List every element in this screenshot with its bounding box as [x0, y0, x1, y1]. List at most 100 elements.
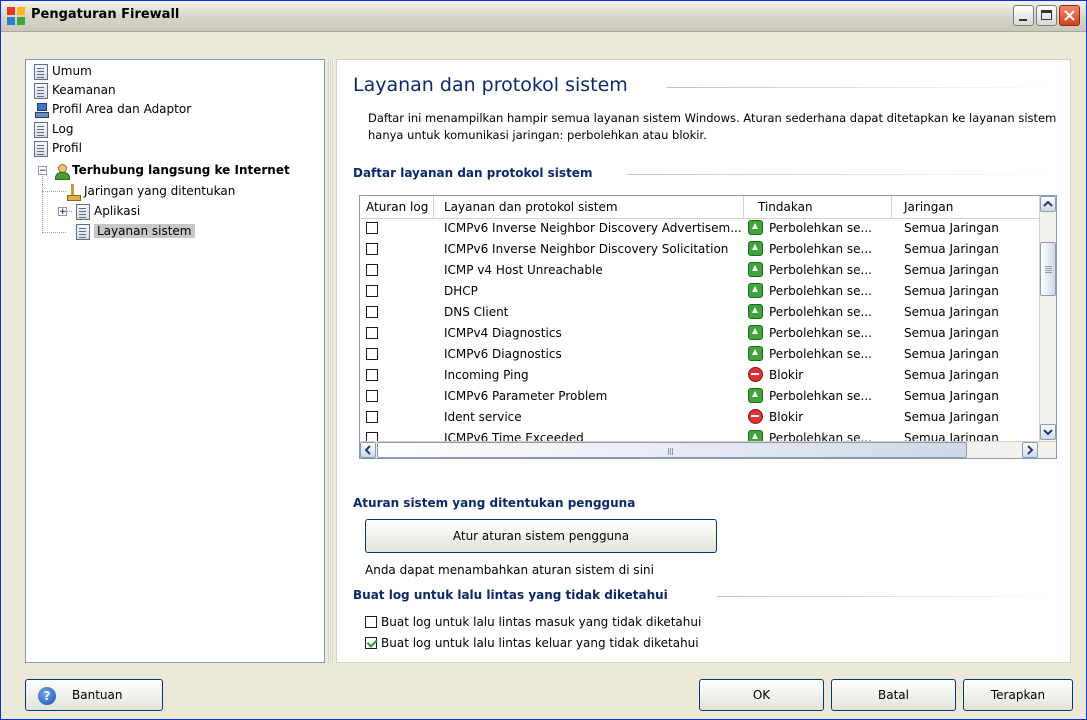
tree-item-aplikasi[interactable]: Aplikasi [76, 202, 140, 220]
service-cell: ICMPv6 Diagnostics [444, 347, 562, 361]
tree-item-keamanan[interactable]: Keamanan [34, 81, 116, 99]
service-cell: DHCP [444, 284, 478, 298]
scroll-up-button[interactable] [1040, 196, 1056, 212]
checkbox-box-checked[interactable] [365, 636, 377, 649]
document-icon [34, 121, 48, 138]
checkbox-label: Buat log untuk lalu lintas masuk yang ti… [381, 615, 702, 629]
tree-item-label: Umum [52, 64, 92, 78]
help-button-label: Bantuan [72, 688, 123, 702]
log-rule-cell [360, 281, 434, 302]
log-rule-cell [360, 218, 434, 239]
log-rule-checkbox[interactable] [366, 390, 378, 402]
tree-item-profil[interactable]: Profil [34, 139, 82, 157]
column-header-action[interactable]: Tindakan [744, 196, 892, 218]
checkbox-box[interactable] [365, 615, 377, 628]
scroll-thumb[interactable] [377, 442, 967, 458]
tree-item-umum[interactable]: Umum [34, 62, 92, 80]
action-cell[interactable]: Perbolehkan se... [748, 281, 890, 302]
apply-button[interactable]: Terapkan [963, 679, 1073, 711]
action-cell[interactable]: Blokir [748, 365, 890, 386]
allow-icon [748, 241, 763, 256]
title-bar[interactable]: Pengaturan Firewall [1, 1, 1086, 32]
tree-item-jaringan[interactable]: Jaringan yang ditentukan [66, 182, 236, 201]
log-rule-checkbox[interactable] [366, 243, 378, 255]
tree-item-internet-profile[interactable]: Terhubung langsung ke Internet [54, 161, 290, 180]
configure-user-rules-button[interactable]: Atur aturan sistem pengguna [365, 519, 717, 553]
log-outbound-checkbox[interactable]: Buat log untuk lalu lintas keluar yang t… [365, 634, 699, 652]
table-header: Aturan log Layanan dan protokol sistem T… [360, 196, 1039, 219]
log-rule-cell [360, 239, 434, 260]
table-row[interactable]: DHCP Perbolehkan se... Semua Jaringan [360, 281, 1039, 302]
log-rule-checkbox[interactable] [366, 285, 378, 297]
tree-item-layanan-sistem[interactable]: Layanan sistem [76, 222, 195, 240]
table-row[interactable]: ICMP v4 Host Unreachable Perbolehkan se..… [360, 260, 1039, 281]
tree-item-label: Jaringan yang ditentukan [84, 184, 236, 198]
table-row[interactable]: Ident service Blokir Semua Jaringan [360, 407, 1039, 428]
column-header-network[interactable]: Jaringan [892, 196, 1039, 218]
tree-connector [42, 191, 66, 192]
maximize-button[interactable] [1036, 5, 1057, 26]
action-cell[interactable]: Perbolehkan se... [748, 344, 890, 365]
table-row[interactable]: ICMPv6 Inverse Neighbor Discovery Advert… [360, 218, 1039, 239]
horizontal-scrollbar[interactable] [360, 441, 1056, 458]
action-cell[interactable]: Perbolehkan se... [748, 323, 890, 344]
table-row[interactable]: ICMPv6 Inverse Neighbor Discovery Solici… [360, 239, 1039, 260]
tree-item-log[interactable]: Log [34, 120, 73, 138]
network-cell: Semua Jaringan [904, 305, 999, 319]
block-icon [748, 367, 763, 382]
action-label: Perbolehkan se... [769, 263, 872, 277]
action-cell[interactable]: Perbolehkan se... [748, 260, 890, 281]
tree-item-label: Keamanan [52, 83, 116, 97]
log-rule-checkbox[interactable] [366, 369, 378, 381]
log-rule-checkbox[interactable] [366, 222, 378, 234]
scroll-left-button[interactable] [360, 442, 376, 458]
action-cell[interactable]: Perbolehkan se... [748, 302, 890, 323]
log-rule-checkbox[interactable] [366, 264, 378, 276]
minimize-button[interactable] [1013, 5, 1034, 26]
allow-icon [748, 346, 763, 361]
service-cell: ICMPv4 Diagnostics [444, 326, 562, 340]
action-label: Perbolehkan se... [769, 305, 872, 319]
scroll-right-button[interactable] [1022, 442, 1038, 458]
collapse-toggle[interactable]: − [38, 166, 47, 176]
tree-item-profil-area[interactable]: Profil Area dan Adaptor [34, 100, 191, 118]
ok-button[interactable]: OK [699, 679, 824, 711]
column-header-service[interactable]: Layanan dan protokol sistem [434, 196, 744, 218]
tree-connector [42, 176, 43, 233]
log-rule-checkbox[interactable] [366, 411, 378, 423]
action-cell[interactable]: Perbolehkan se... [748, 218, 890, 239]
content-panel: Layanan dan protokol sistem Daftar ini m… [336, 59, 1071, 663]
action-cell[interactable]: Blokir [748, 407, 890, 428]
log-rule-checkbox[interactable] [366, 327, 378, 339]
tree-connector [42, 232, 66, 233]
vertical-scrollbar[interactable] [1039, 196, 1056, 441]
table-row[interactable]: Incoming Ping Blokir Semua Jaringan [360, 365, 1039, 386]
log-inbound-checkbox[interactable]: Buat log untuk lalu lintas masuk yang ti… [365, 613, 701, 631]
action-cell[interactable]: Perbolehkan se... [748, 386, 890, 407]
help-button[interactable]: ? Bantuan [25, 679, 163, 711]
network-cell: Semua Jaringan [904, 221, 999, 235]
chevron-right-icon [1027, 445, 1034, 455]
scroll-down-button[interactable] [1040, 424, 1056, 440]
log-rule-checkbox[interactable] [366, 306, 378, 318]
action-label: Perbolehkan se... [769, 242, 872, 256]
table-row[interactable]: ICMPv6 Parameter Problem Perbolehkan se..… [360, 386, 1039, 407]
checkbox-label: Buat log untuk lalu lintas keluar yang t… [381, 636, 699, 650]
service-cell: ICMPv6 Parameter Problem [444, 389, 608, 403]
scroll-thumb[interactable] [1040, 242, 1056, 296]
action-cell[interactable]: Perbolehkan se... [748, 239, 890, 260]
table-row[interactable]: DNS Client Perbolehkan se... Semua Jaringa… [360, 302, 1039, 323]
close-button[interactable] [1059, 5, 1080, 26]
table-row[interactable]: ICMPv4 Diagnostics Perbolehkan se... Semua… [360, 323, 1039, 344]
allow-icon [748, 220, 763, 235]
section-divider [717, 596, 1057, 597]
expand-toggle[interactable]: + [58, 207, 67, 217]
column-header-log-rule[interactable]: Aturan log [360, 196, 434, 218]
cancel-button[interactable]: Batal [831, 679, 956, 711]
table-row[interactable]: ICMPv6 Diagnostics Perbolehkan se... Semua… [360, 344, 1039, 365]
panel-splitter[interactable] [328, 59, 334, 663]
log-rule-checkbox[interactable] [366, 348, 378, 360]
tree-item-label: Layanan sistem [94, 224, 195, 238]
document-icon [34, 63, 48, 80]
log-rule-cell [360, 365, 434, 386]
